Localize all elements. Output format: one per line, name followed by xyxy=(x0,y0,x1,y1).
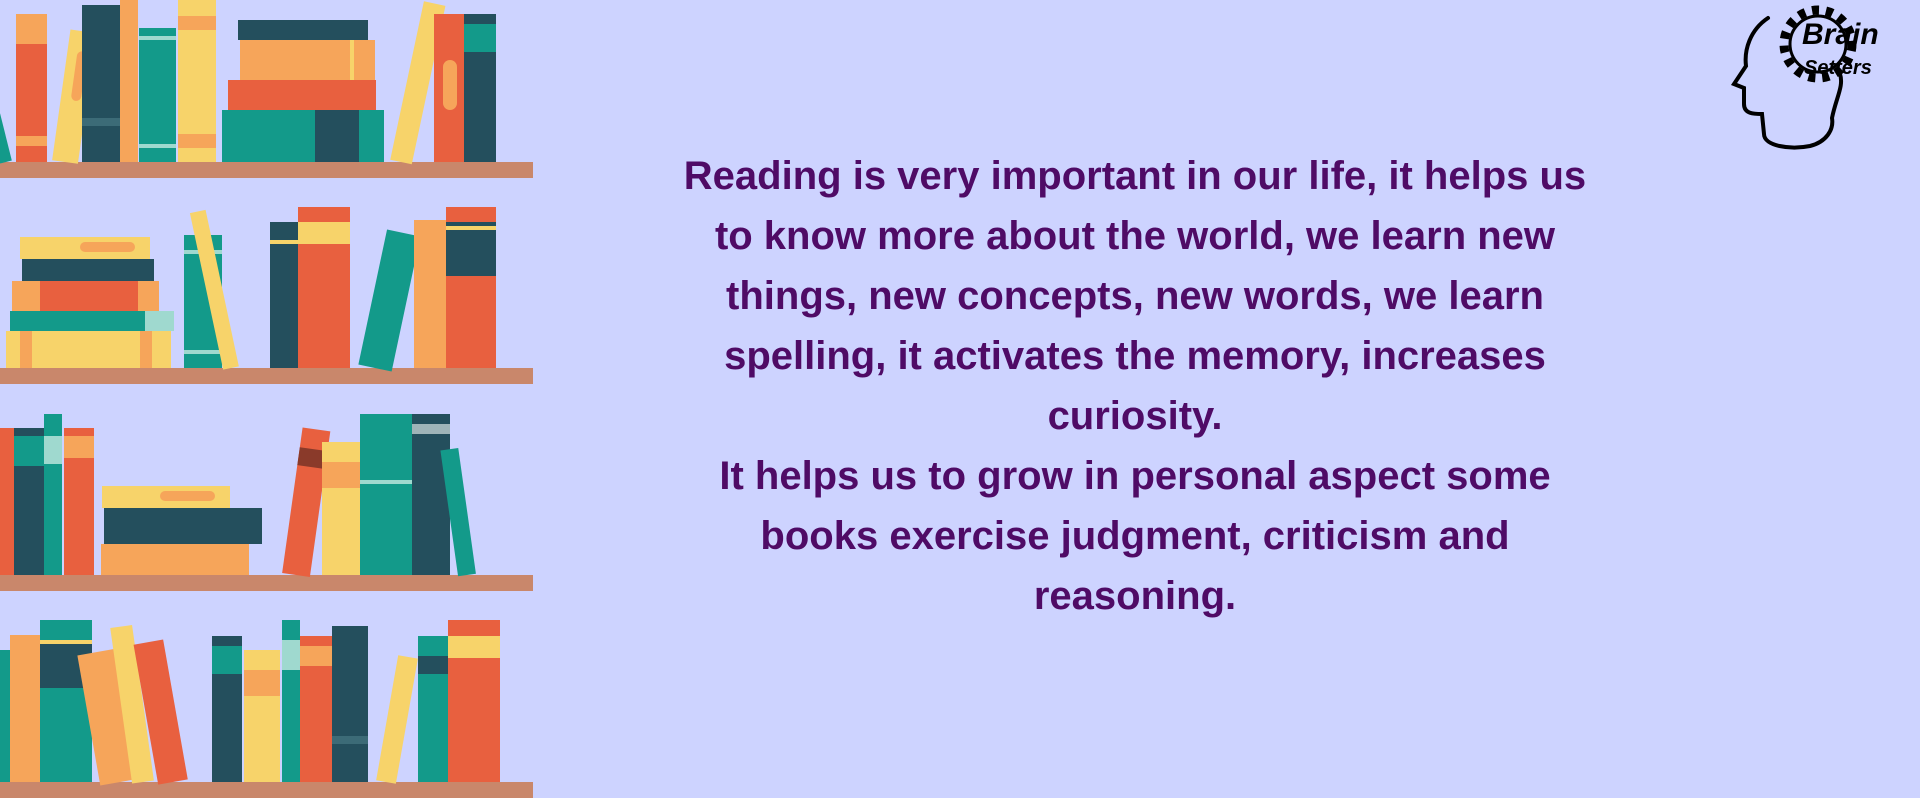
quote-paragraph-1: Reading is very important in our life, i… xyxy=(683,154,1587,438)
books-row-3 xyxy=(0,414,476,577)
books-row-1 xyxy=(0,0,496,165)
quote-paragraph-2: It helps us to grow in personal aspect s… xyxy=(719,454,1551,618)
brain-setters-logo: Brain Setters xyxy=(1730,5,1879,150)
books-row-2 xyxy=(6,207,496,372)
bookshelf-illustration xyxy=(0,0,533,798)
books-row-4 xyxy=(0,620,500,786)
logo-word-brain: Brain xyxy=(1802,18,1879,51)
reading-quote: Reading is very important in our life, i… xyxy=(680,146,1590,626)
logo-word-setters: Setters xyxy=(1804,57,1872,79)
